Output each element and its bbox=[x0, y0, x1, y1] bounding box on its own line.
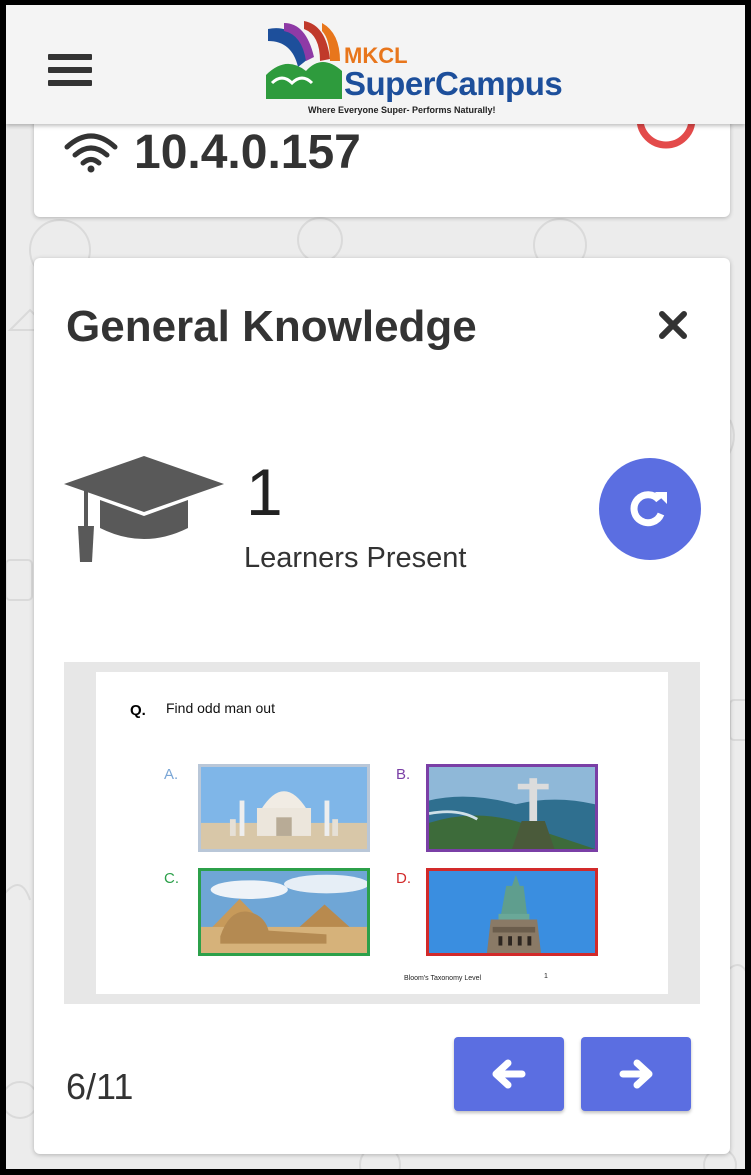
logo-emblem bbox=[266, 21, 342, 99]
app-header: MKCL SuperCampus Where Everyone Super- P… bbox=[6, 5, 745, 124]
option-d-image-statue-of-liberty bbox=[426, 868, 598, 956]
refresh-icon bbox=[630, 491, 667, 527]
option-a-letter: A. bbox=[164, 766, 179, 783]
page-counter: 6/11 bbox=[66, 1066, 134, 1107]
supercampus-logo: MKCL SuperCampus Where Everyone Super- P… bbox=[264, 19, 564, 119]
learner-count: 1 bbox=[246, 455, 283, 529]
slide-preview: Q. Find odd man out A. B. C. D. Bloom's … bbox=[64, 662, 700, 1004]
option-c-letter: C. bbox=[164, 870, 179, 887]
option-c-image-sphinx-pyramids bbox=[198, 868, 370, 956]
logo-tagline: Where Everyone Super- Performs Naturally… bbox=[308, 105, 496, 115]
session-card: General Knowledge 1 Learners Present Q. … bbox=[34, 258, 730, 1154]
hamburger-icon[interactable] bbox=[44, 50, 96, 90]
previous-button[interactable] bbox=[454, 1037, 564, 1111]
arrow-left-icon bbox=[492, 1059, 526, 1089]
learners-label: Learners Present bbox=[244, 542, 467, 574]
ip-address: 10.4.0.157 bbox=[134, 126, 361, 179]
refresh-button[interactable] bbox=[599, 458, 701, 560]
option-d-letter: D. bbox=[396, 870, 411, 887]
wifi-icon bbox=[64, 133, 118, 173]
question-slide: Q. Find odd man out A. B. C. D. Bloom's … bbox=[96, 672, 668, 994]
option-b-image-christ-the-redeemer bbox=[426, 764, 598, 852]
question-label: Q. bbox=[130, 702, 146, 719]
option-b-letter: B. bbox=[396, 766, 411, 783]
blooms-taxonomy-value: 1 bbox=[544, 973, 548, 980]
question-text: Find odd man out bbox=[166, 700, 275, 716]
close-icon[interactable] bbox=[656, 308, 690, 342]
session-title: General Knowledge bbox=[66, 302, 477, 351]
arrow-right-icon bbox=[619, 1059, 653, 1089]
logo-brand-main: SuperCampus bbox=[344, 65, 563, 102]
graduation-cap-icon bbox=[64, 456, 224, 562]
next-button[interactable] bbox=[581, 1037, 691, 1111]
blooms-taxonomy-label: Bloom's Taxonomy Level bbox=[404, 975, 482, 982]
option-a-image-taj-mahal bbox=[198, 764, 370, 852]
